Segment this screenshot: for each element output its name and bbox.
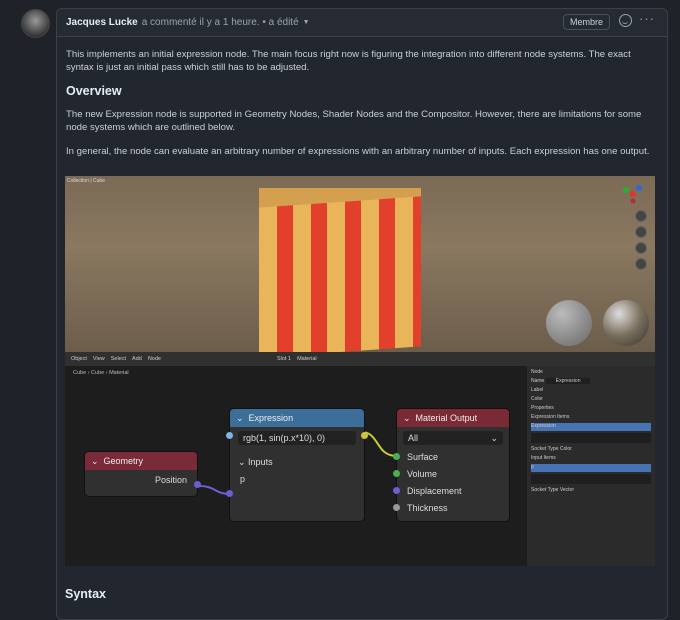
mode-select[interactable]: Object	[71, 356, 87, 362]
node-editor-header: Object View Select Add Node Slot 1 Mater…	[65, 352, 655, 366]
chevron-down-icon: ⌄	[490, 433, 498, 443]
blender-screenshot[interactable]: Collection | Cube Object View Select Add…	[65, 176, 655, 566]
socket-type-value-1[interactable]: Color	[560, 446, 572, 452]
expression-node-title: Expression	[248, 413, 294, 423]
label-label: Label	[531, 387, 544, 393]
position-socket[interactable]	[194, 481, 201, 488]
role-badge: Membre	[562, 14, 610, 30]
input-list[interactable]	[531, 474, 651, 484]
color-label[interactable]: Color	[531, 396, 651, 402]
geometry-node[interactable]: ⌄ Geometry Position	[85, 452, 201, 496]
node-canvas[interactable]: Cube › Cube › Material ⌄ Geometry Positio…	[65, 366, 527, 566]
properties-sidebar[interactable]: Node Name Expression Label Color Propert…	[527, 366, 655, 566]
expression-node[interactable]: ⌄ Expression rgb(1, sin(p.x*10), 0) ⌄ Inp…	[226, 409, 368, 521]
geometry-node-title: Geometry	[103, 456, 144, 466]
input-p-label: p	[240, 474, 246, 484]
socket-type-value-2[interactable]: Vector	[560, 487, 574, 493]
paragraph-overview: The new Expression node is supported in …	[66, 109, 642, 133]
surface-socket-label: Surface	[407, 452, 439, 462]
edit-history-dropdown-icon[interactable]: ▼	[303, 19, 310, 26]
comment-body: This implements an initial expression no…	[57, 37, 667, 158]
camera-icon[interactable]	[635, 242, 647, 254]
inputs-panel-toggle[interactable]: ⌄ Inputs	[238, 457, 356, 468]
thickness-socket-label: Thickness	[407, 503, 448, 513]
node-section-label[interactable]: Node	[531, 369, 651, 375]
thickness-socket[interactable]	[393, 504, 400, 511]
expression-input-socket[interactable]	[226, 432, 233, 439]
name-field[interactable]: Expression	[545, 378, 591, 384]
name-row: Name Expression	[531, 378, 651, 384]
slot-select[interactable]: Slot 1	[277, 356, 291, 362]
striped-cube	[259, 196, 421, 358]
heading-overview: Overview	[66, 84, 122, 98]
expression-item-label: Expression	[531, 423, 556, 429]
author-name[interactable]: Jacques Lucke	[66, 17, 138, 28]
paragraph-general: In general, the node can evaluate an arb…	[66, 146, 650, 157]
properties-label[interactable]: Properties	[531, 405, 651, 411]
comment-header: Jacques Lucke a commenté il y a 1 heure.…	[57, 9, 667, 37]
surface-socket[interactable]	[393, 453, 400, 460]
label-row: Label	[531, 387, 651, 393]
hdri-sphere	[603, 300, 649, 346]
viewport-label: Collection | Cube	[67, 178, 105, 184]
menu-select[interactable]: Select	[111, 356, 126, 362]
p-input-socket[interactable]	[226, 490, 233, 497]
material-output-header: ⌄ Material Output	[397, 409, 509, 427]
more-options-icon[interactable]: ···	[639, 11, 655, 26]
zoom-icon[interactable]	[635, 210, 647, 222]
expression-item[interactable]: Expression	[531, 423, 651, 431]
grid-icon[interactable]	[635, 258, 647, 270]
socket-type-label-2: Socket Type	[531, 487, 559, 493]
add-reaction-icon[interactable]	[619, 14, 632, 27]
avatar[interactable]	[21, 9, 50, 38]
viewport-tools	[635, 210, 647, 270]
expression-field[interactable]: rgb(1, sin(p.x*10), 0)	[238, 431, 356, 445]
socket-type-label-1: Socket Type	[531, 446, 559, 452]
input-items-label[interactable]: Input Items	[531, 455, 651, 461]
expression-list[interactable]	[531, 433, 651, 443]
paragraph-intro: This implements an initial expression no…	[66, 49, 631, 73]
displacement-socket[interactable]	[393, 487, 400, 494]
name-label: Name	[531, 378, 545, 384]
material-select[interactable]: Material	[297, 356, 317, 362]
menu-add[interactable]: Add	[132, 356, 142, 362]
socket-type-row-1: Socket Type Color	[531, 446, 651, 452]
volume-socket[interactable]	[393, 470, 400, 477]
expression-output-socket[interactable]	[361, 432, 368, 439]
displacement-socket-label: Displacement	[407, 486, 462, 496]
input-item-label: p	[531, 464, 534, 470]
inputs-label: Inputs	[248, 457, 273, 467]
pan-icon[interactable]	[635, 226, 647, 238]
menu-node[interactable]: Node	[148, 356, 161, 362]
matcap-sphere	[546, 300, 592, 346]
expression-items-label[interactable]: Expression Items	[531, 414, 651, 420]
heading-syntax: Syntax	[65, 587, 106, 601]
volume-socket-label: Volume	[407, 469, 438, 479]
target-select[interactable]: All ⌄	[403, 431, 503, 445]
expression-node-header: ⌄ Expression	[230, 409, 364, 427]
geometry-node-header: ⌄ Geometry	[85, 452, 197, 470]
comment-meta: a commenté il y a 1 heure. • a édité	[141, 17, 299, 28]
target-value: All	[408, 433, 419, 443]
material-output-title: Material Output	[415, 413, 478, 423]
3d-viewport: Collection | Cube	[65, 176, 655, 358]
menu-view[interactable]: View	[93, 356, 105, 362]
input-item[interactable]: p	[531, 464, 651, 472]
position-output-label: Position	[154, 475, 187, 485]
material-output-node[interactable]: ⌄ Material Output All ⌄ Surface Volume Dis…	[393, 409, 509, 521]
navigation-gizmo-icon	[623, 185, 642, 204]
socket-type-row-2: Socket Type Vector	[531, 487, 651, 493]
